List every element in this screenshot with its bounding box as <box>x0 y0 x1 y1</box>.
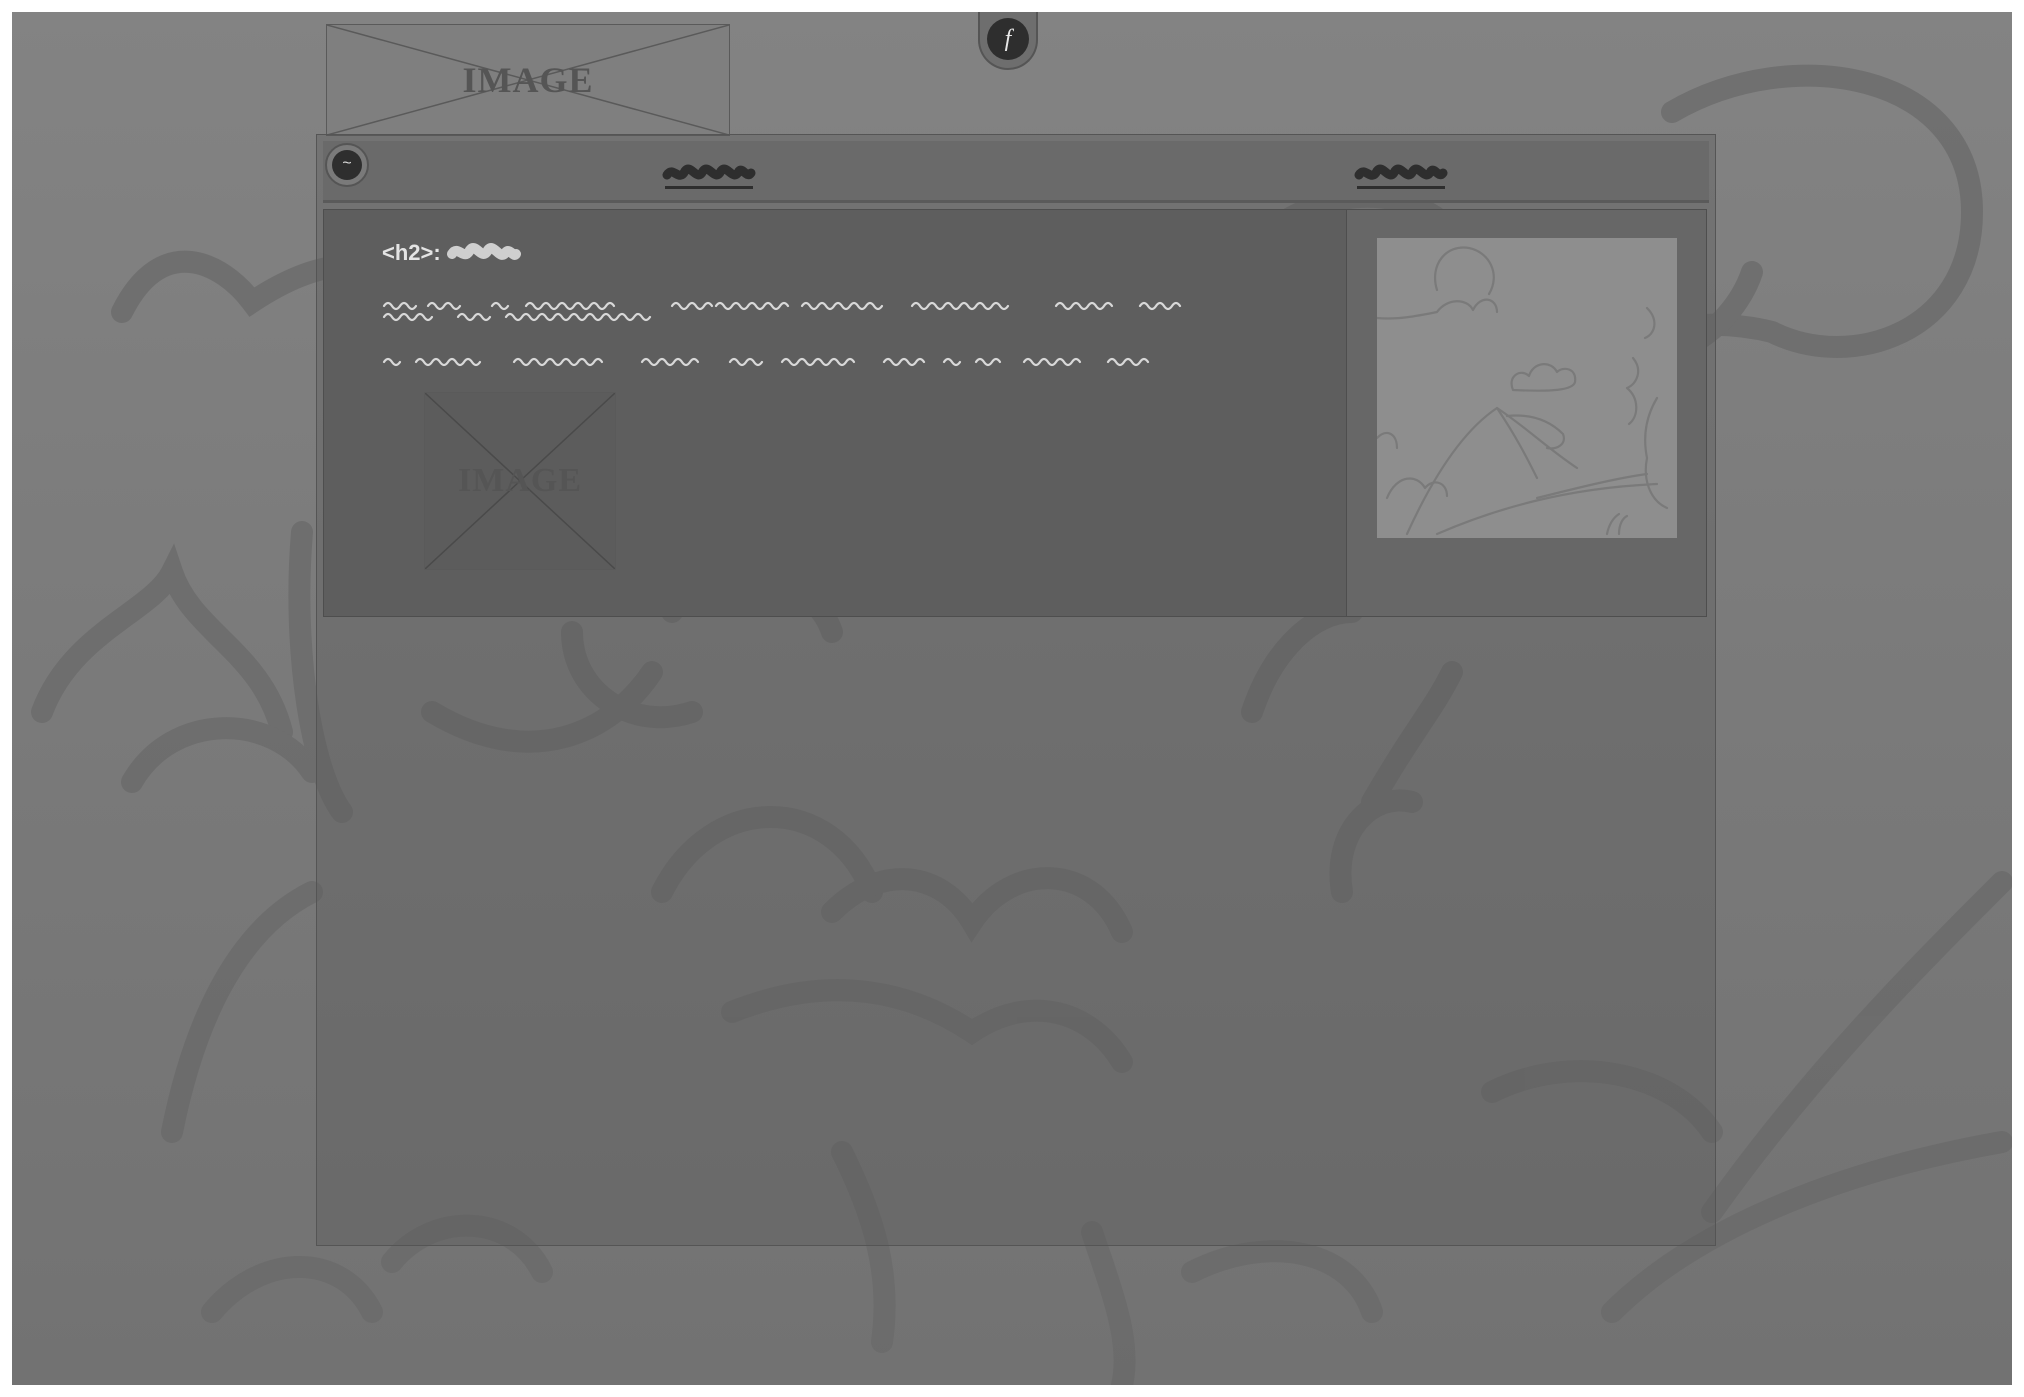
facebook-icon[interactable]: f <box>987 18 1029 60</box>
page-canvas: IMAGE f ~ <h2>: IMAGE <box>12 12 2012 1385</box>
sidebar-panel <box>1347 209 1707 617</box>
nav-link-2-scribble <box>1354 164 1448 180</box>
nav-link-2-underline <box>1357 186 1445 189</box>
nav-link-1-underline <box>665 186 753 189</box>
nav-link-1-scribble <box>662 164 756 180</box>
nav-link-1[interactable] <box>659 153 759 193</box>
landscape-illustration[interactable] <box>1375 238 1677 538</box>
logo-image-placeholder[interactable]: IMAGE <box>326 24 730 136</box>
menu-icon: ~ <box>332 150 362 180</box>
heading-scribble <box>447 243 521 260</box>
main-window: ~ <h2>: IMAGE <box>316 134 1716 1246</box>
logo-image-label: IMAGE <box>462 60 594 100</box>
content-image-label: IMAGE <box>458 462 582 499</box>
navigation-bar: ~ <box>323 141 1709 203</box>
content-image-placeholder[interactable]: IMAGE <box>424 392 616 570</box>
heading-tag: <h2>: <box>382 240 441 265</box>
content-panel: <h2>: IMAGE <box>323 209 1347 617</box>
paragraph-1-scribble <box>382 301 1182 322</box>
facebook-tab[interactable]: f <box>978 12 1038 70</box>
menu-button[interactable]: ~ <box>325 143 369 187</box>
landscape-icon <box>1375 246 1669 536</box>
nav-link-2[interactable] <box>1351 153 1451 193</box>
paragraph-2-scribble <box>382 357 1150 367</box>
